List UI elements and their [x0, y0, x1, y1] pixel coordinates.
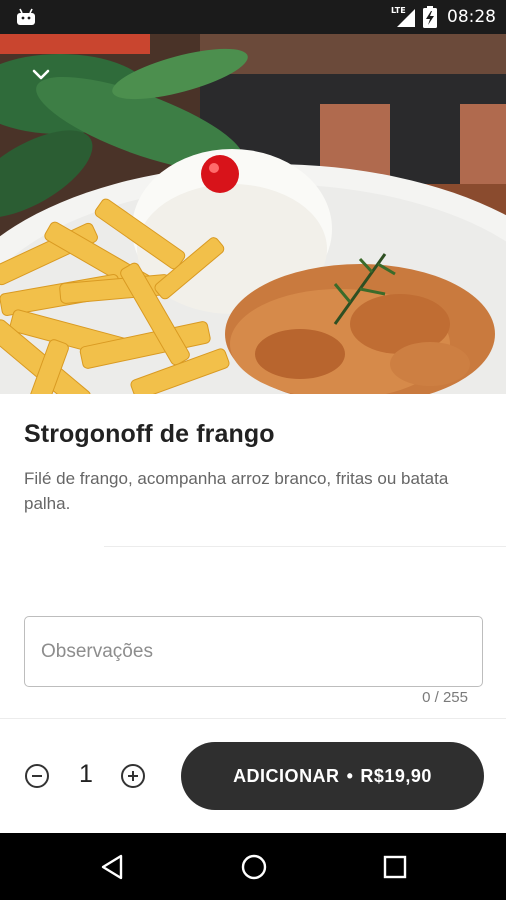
product-description: Filé de frango, acompanha arroz branco, …	[24, 469, 449, 513]
add-button-label: ADICIONAR	[233, 765, 340, 786]
product-image	[0, 34, 506, 394]
nav-home-icon[interactable]	[240, 853, 268, 881]
android-debug-icon	[17, 8, 35, 25]
food-photo	[0, 34, 506, 394]
signal-icon: LTE	[391, 5, 417, 29]
add-button-price: R$19,90	[360, 765, 432, 786]
notes-field[interactable]	[24, 616, 483, 687]
nav-back-icon[interactable]	[99, 853, 127, 881]
minus-circle-icon[interactable]	[24, 763, 50, 789]
battery-charging-icon	[423, 6, 437, 28]
notes-input[interactable]	[25, 617, 482, 686]
bottom-bar-separator	[0, 718, 506, 719]
nav-recents-icon[interactable]	[381, 853, 409, 881]
product-title: Strogonoff de frango	[24, 420, 275, 448]
navigation-bar	[0, 833, 506, 900]
add-to-cart-button[interactable]: ADICIONAR • R$19,90	[181, 742, 484, 810]
status-bar: LTE 08:28	[0, 0, 506, 34]
plus-circle-icon[interactable]	[120, 763, 146, 789]
add-button-separator: •	[346, 765, 354, 786]
divider	[104, 546, 506, 547]
chevron-down-icon[interactable]	[26, 60, 56, 90]
notes-char-counter: 0 / 255	[422, 689, 468, 706]
quantity-value: 1	[79, 760, 93, 788]
clock: 08:28	[447, 7, 496, 27]
